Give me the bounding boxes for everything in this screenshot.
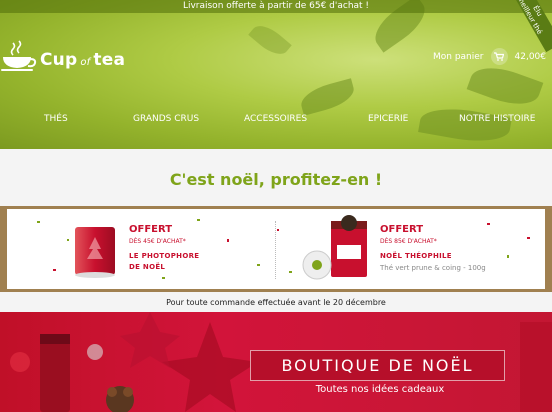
offer1-minimum: DÈS 45€ D'ACHAT* [129, 238, 186, 245]
gift-offers-banner[interactable]: OFFERT DÈS 45€ D'ACHAT* LE PHOTOPHORE DE… [0, 206, 552, 292]
offer1-name-line1: LE PHOTOPHORE [129, 252, 200, 260]
cart-widget[interactable]: Mon panier 42,00€ [433, 48, 546, 65]
offer-divider [275, 221, 276, 279]
offer1-headline: OFFERT [129, 224, 173, 235]
main-nav: THÉS GRANDS CRUS ACCESSOIRES EPICERIE NO… [0, 114, 552, 130]
nav-item-thes[interactable]: THÉS [44, 114, 68, 124]
leaf-decoration [248, 19, 292, 61]
christmas-shop-subtitle: Toutes nos idées cadeaux [315, 384, 445, 395]
leaf-decoration [297, 78, 358, 116]
free-shipping-text: Livraison offerte à partir de 65€ d'acha… [182, 1, 370, 11]
offer2-minimum: DÈS 85€ D'ACHAT* [380, 238, 437, 245]
nav-item-grands-crus[interactable]: GRANDS CRUS [133, 114, 199, 124]
tea-tin-image [302, 215, 367, 280]
offer2-name: NOËL THÉOPHILE [380, 252, 452, 260]
offer2-headline: OFFERT [380, 224, 424, 235]
christmas-shop-title[interactable]: BOUTIQUE DE NOËL [250, 350, 505, 381]
cart-label: Mon panier [432, 51, 484, 62]
brand-last: tea [93, 50, 126, 70]
offer1-name-line2: DE NOËL [129, 263, 166, 271]
free-shipping-banner: Livraison offerte à partir de 65€ d'acha… [0, 0, 552, 13]
cart-icon[interactable] [490, 48, 508, 65]
candle-holder-image [75, 227, 115, 278]
promo-heading: C'est noël, profitez-en ! [169, 170, 383, 189]
offer2-subtitle: Thé vert prune & coing - 100g [380, 264, 486, 272]
brand-first: Cup [40, 50, 78, 70]
offer1-name: LE PHOTOPHORE DE NOËL [129, 251, 199, 273]
nav-item-notre-histoire[interactable]: NOTRE HISTOIRE [459, 114, 535, 124]
nav-item-accessoires[interactable]: ACCESSOIRES [244, 114, 307, 124]
brand-name: Cup of tea [40, 50, 125, 70]
offer-condition-notice: Pour toute commande effectuée avant le 2… [0, 295, 552, 311]
nav-item-epicerie[interactable]: EPICERIE [368, 114, 408, 124]
teacup-icon [0, 40, 38, 78]
brand-mid: of [80, 57, 91, 68]
brand-logo[interactable]: Cup of tea [0, 36, 140, 76]
cart-amount: 42,00€ [514, 51, 547, 62]
gift-offers-panel: OFFERT DÈS 45€ D'ACHAT* LE PHOTOPHORE DE… [7, 209, 545, 289]
leaf-decoration [466, 58, 544, 114]
